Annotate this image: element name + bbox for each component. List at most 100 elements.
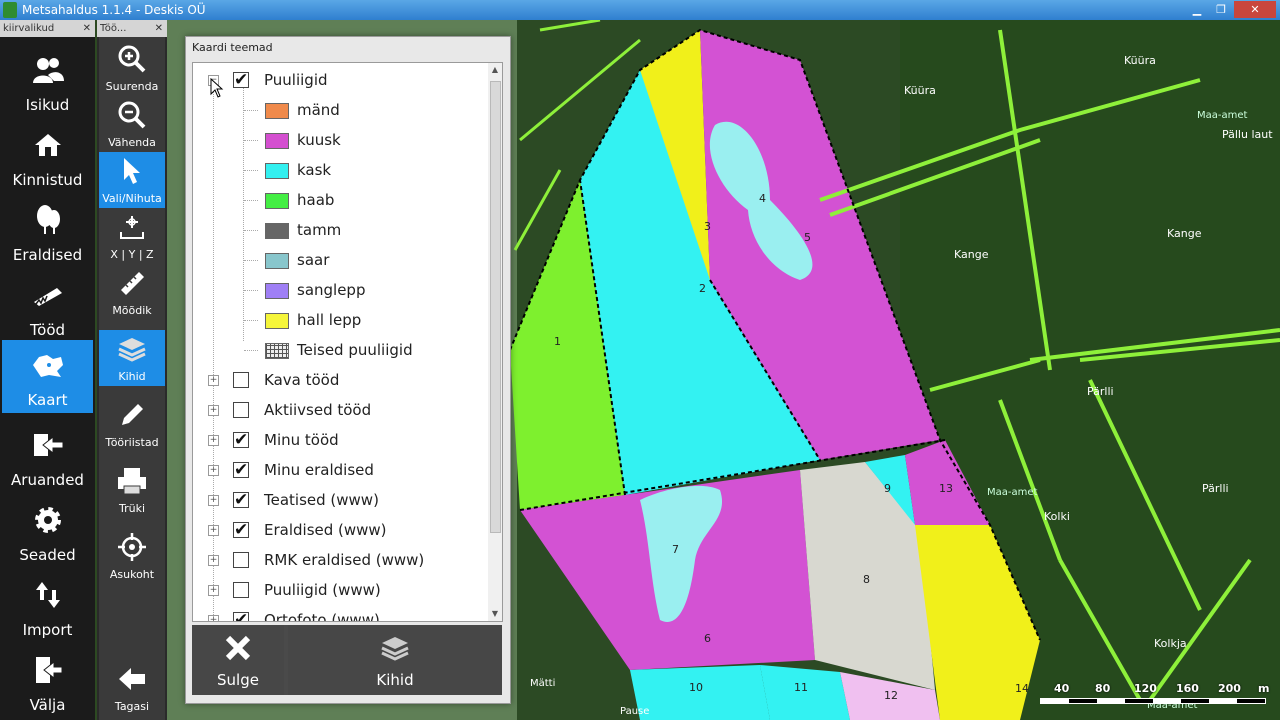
expand-icon[interactable]: + xyxy=(208,405,219,416)
parcel-number: 11 xyxy=(794,681,808,694)
layer-checkbox[interactable] xyxy=(233,552,249,568)
tree-row-ortofoto[interactable]: + Ortofoto (www) xyxy=(193,605,489,622)
expand-icon[interactable]: + xyxy=(208,525,219,536)
maximize-button[interactable]: ❐ xyxy=(1208,1,1234,18)
parcel-number: 14 xyxy=(1015,682,1029,695)
layer-checkbox[interactable] xyxy=(233,402,249,418)
tool-print[interactable]: Trüki xyxy=(99,462,165,518)
legend-item-tamm: tamm xyxy=(193,215,489,245)
expand-icon[interactable]: + xyxy=(208,375,219,386)
legend-item-saar: saar xyxy=(193,245,489,275)
tree-row-aktiivsed-tood[interactable]: + Aktiivsed tööd xyxy=(193,395,489,425)
exit-door-icon xyxy=(2,653,93,687)
tool-panel-tab[interactable]: Töö... ✕ xyxy=(97,20,167,37)
nav-isikud[interactable]: Isikud xyxy=(2,45,93,118)
nav-kaart[interactable]: Kaart xyxy=(2,340,93,413)
tab-close-icon[interactable]: ✕ xyxy=(83,20,91,37)
tool-print-label: Trüki xyxy=(118,502,146,515)
nav-seaded[interactable]: Seaded xyxy=(2,495,93,568)
tree-row-kava-tood[interactable]: + Kava tööd xyxy=(193,365,489,395)
map-place-label: Küüra xyxy=(1124,54,1156,67)
tree-row-teatised[interactable]: + Teatised (www) xyxy=(193,485,489,515)
nav-import[interactable]: Import xyxy=(2,570,93,643)
theme-tree[interactable]: − Puuliigid mänd kuusk kask haab xyxy=(192,62,490,622)
tree-row-minu-tood[interactable]: + Minu tööd xyxy=(193,425,489,455)
tool-tools[interactable]: Tööriistad xyxy=(99,396,165,452)
map-place-label: Kolkja xyxy=(1154,637,1187,650)
tool-zoom-in[interactable]: Suurenda xyxy=(99,40,165,96)
layers-icon xyxy=(99,334,165,364)
scrollbar-thumb[interactable] xyxy=(490,81,501,533)
tool-zoom-out[interactable]: Vähenda xyxy=(99,96,165,152)
map-place-label: Pause xyxy=(620,706,650,717)
tool-layers[interactable]: Kihid xyxy=(99,330,165,386)
scale-tick-label: 120 xyxy=(1134,682,1157,695)
puuliigid-checkbox[interactable] xyxy=(233,65,249,95)
nav-aruanded[interactable]: Aruanded xyxy=(2,420,93,493)
expand-icon[interactable]: + xyxy=(208,495,219,506)
pencil-icon xyxy=(99,400,165,430)
tab-close-icon[interactable]: ✕ xyxy=(155,20,163,37)
scroll-up-icon[interactable]: ▲ xyxy=(488,63,502,77)
legend-label: kuusk xyxy=(297,131,341,149)
dialog-button-bar: Sulge Kihid xyxy=(192,625,502,695)
layer-checkbox[interactable] xyxy=(233,372,249,388)
layer-label: Minu eraldised xyxy=(264,461,374,479)
tool-panel-tab-label: Töö... xyxy=(100,23,127,34)
tool-xyz[interactable]: X | Y | Z xyxy=(99,208,165,264)
nav-eraldised-label: Eraldised xyxy=(12,246,83,264)
tree-row-puuliigid[interactable]: − Puuliigid xyxy=(193,65,489,95)
parcel-number: 12 xyxy=(884,689,898,702)
quick-nav-tab[interactable]: kiirvalikud ✕ xyxy=(0,20,95,37)
tool-back[interactable]: Tagasi xyxy=(99,660,165,716)
color-swatch xyxy=(265,253,289,269)
legend-item-kuusk: kuusk xyxy=(193,125,489,155)
legend-item-mand: mänd xyxy=(193,95,489,125)
expand-icon[interactable]: + xyxy=(208,555,219,566)
parcel-number: 1 xyxy=(554,335,561,348)
layer-checkbox[interactable] xyxy=(233,605,249,621)
nav-kinnistud[interactable]: Kinnistud xyxy=(2,120,93,193)
expand-icon[interactable]: + xyxy=(208,465,219,476)
tree-scrollbar[interactable]: ▲ ▼ xyxy=(488,62,503,622)
app-icon xyxy=(3,2,17,18)
layer-checkbox[interactable] xyxy=(233,455,249,485)
nav-kaart-label: Kaart xyxy=(27,391,68,409)
nav-tood[interactable]: Tööd xyxy=(2,270,93,343)
mouse-cursor-icon xyxy=(210,77,224,102)
layers-button[interactable]: Kihid xyxy=(288,625,502,695)
close-dialog-button[interactable]: Sulge xyxy=(192,625,284,695)
layer-checkbox[interactable] xyxy=(233,485,249,515)
legend-label: Teised puuliigid xyxy=(297,341,413,359)
tool-select-move[interactable]: Vali/Nihuta xyxy=(99,152,165,208)
layer-checkbox[interactable] xyxy=(233,582,249,598)
expand-icon[interactable]: + xyxy=(208,615,219,621)
layer-label: Ortofoto (www) xyxy=(264,611,380,622)
color-swatch xyxy=(265,283,289,299)
nav-eraldised[interactable]: Eraldised xyxy=(2,195,93,268)
tool-location[interactable]: Asukoht xyxy=(99,528,165,584)
tool-back-label: Tagasi xyxy=(114,700,150,713)
parcel-number: 7 xyxy=(672,543,679,556)
legend-item-hall-lepp: hall lepp xyxy=(193,305,489,335)
close-window-button[interactable]: ✕ xyxy=(1234,1,1276,18)
expand-icon[interactable]: + xyxy=(208,435,219,446)
map-scale-bar: 40 80 120 160 200 m xyxy=(1040,682,1270,712)
tool-measure[interactable]: Mõõdik xyxy=(99,264,165,320)
tree-row-eraldised-www[interactable]: + Eraldised (www) xyxy=(193,515,489,545)
nav-valja[interactable]: Välja xyxy=(2,645,93,718)
minimize-button[interactable]: ▁ xyxy=(1184,1,1210,18)
tool-location-label: Asukoht xyxy=(109,568,155,581)
layer-checkbox[interactable] xyxy=(233,515,249,545)
tree-row-rmk-eraldised[interactable]: + RMK eraldised (www) xyxy=(193,545,489,575)
tree-row-puuliigid-www[interactable]: + Puuliigid (www) xyxy=(193,575,489,605)
people-icon xyxy=(2,53,93,87)
legend-item-kask: kask xyxy=(193,155,489,185)
layer-checkbox[interactable] xyxy=(233,425,249,455)
tree-row-minu-eraldised[interactable]: + Minu eraldised xyxy=(193,455,489,485)
scroll-down-icon[interactable]: ▼ xyxy=(488,607,502,621)
map-place-label: Kolki xyxy=(1044,510,1070,523)
layer-label: Teatised (www) xyxy=(264,491,379,509)
expand-icon[interactable]: + xyxy=(208,585,219,596)
parcel-number: 9 xyxy=(884,482,891,495)
